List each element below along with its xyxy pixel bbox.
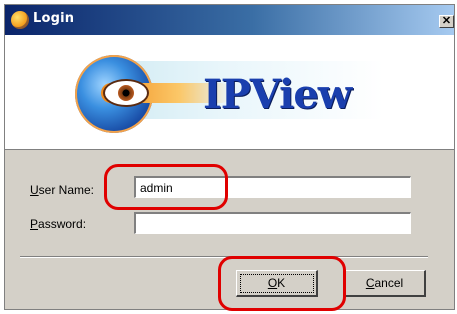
window-title: Login	[33, 11, 75, 26]
logo-eye-icon	[103, 79, 149, 107]
logo-banner: IPView	[5, 35, 454, 150]
globe-eye-icon	[11, 11, 29, 29]
password-field[interactable]	[134, 212, 411, 234]
title-bar[interactable]: Login ✕	[5, 5, 454, 35]
close-button[interactable]: ✕	[439, 15, 454, 28]
ok-button[interactable]: OK	[236, 270, 318, 297]
user-name-label: User Name:	[30, 183, 95, 197]
user-name-field[interactable]	[134, 176, 411, 198]
login-dialog: Login ✕ IPView	[4, 4, 455, 310]
logo-text: IPView	[203, 71, 352, 118]
close-icon: ✕	[441, 15, 452, 27]
cancel-button[interactable]: Cancel	[344, 270, 426, 297]
button-separator	[20, 256, 428, 258]
password-label: Password:	[30, 217, 87, 231]
